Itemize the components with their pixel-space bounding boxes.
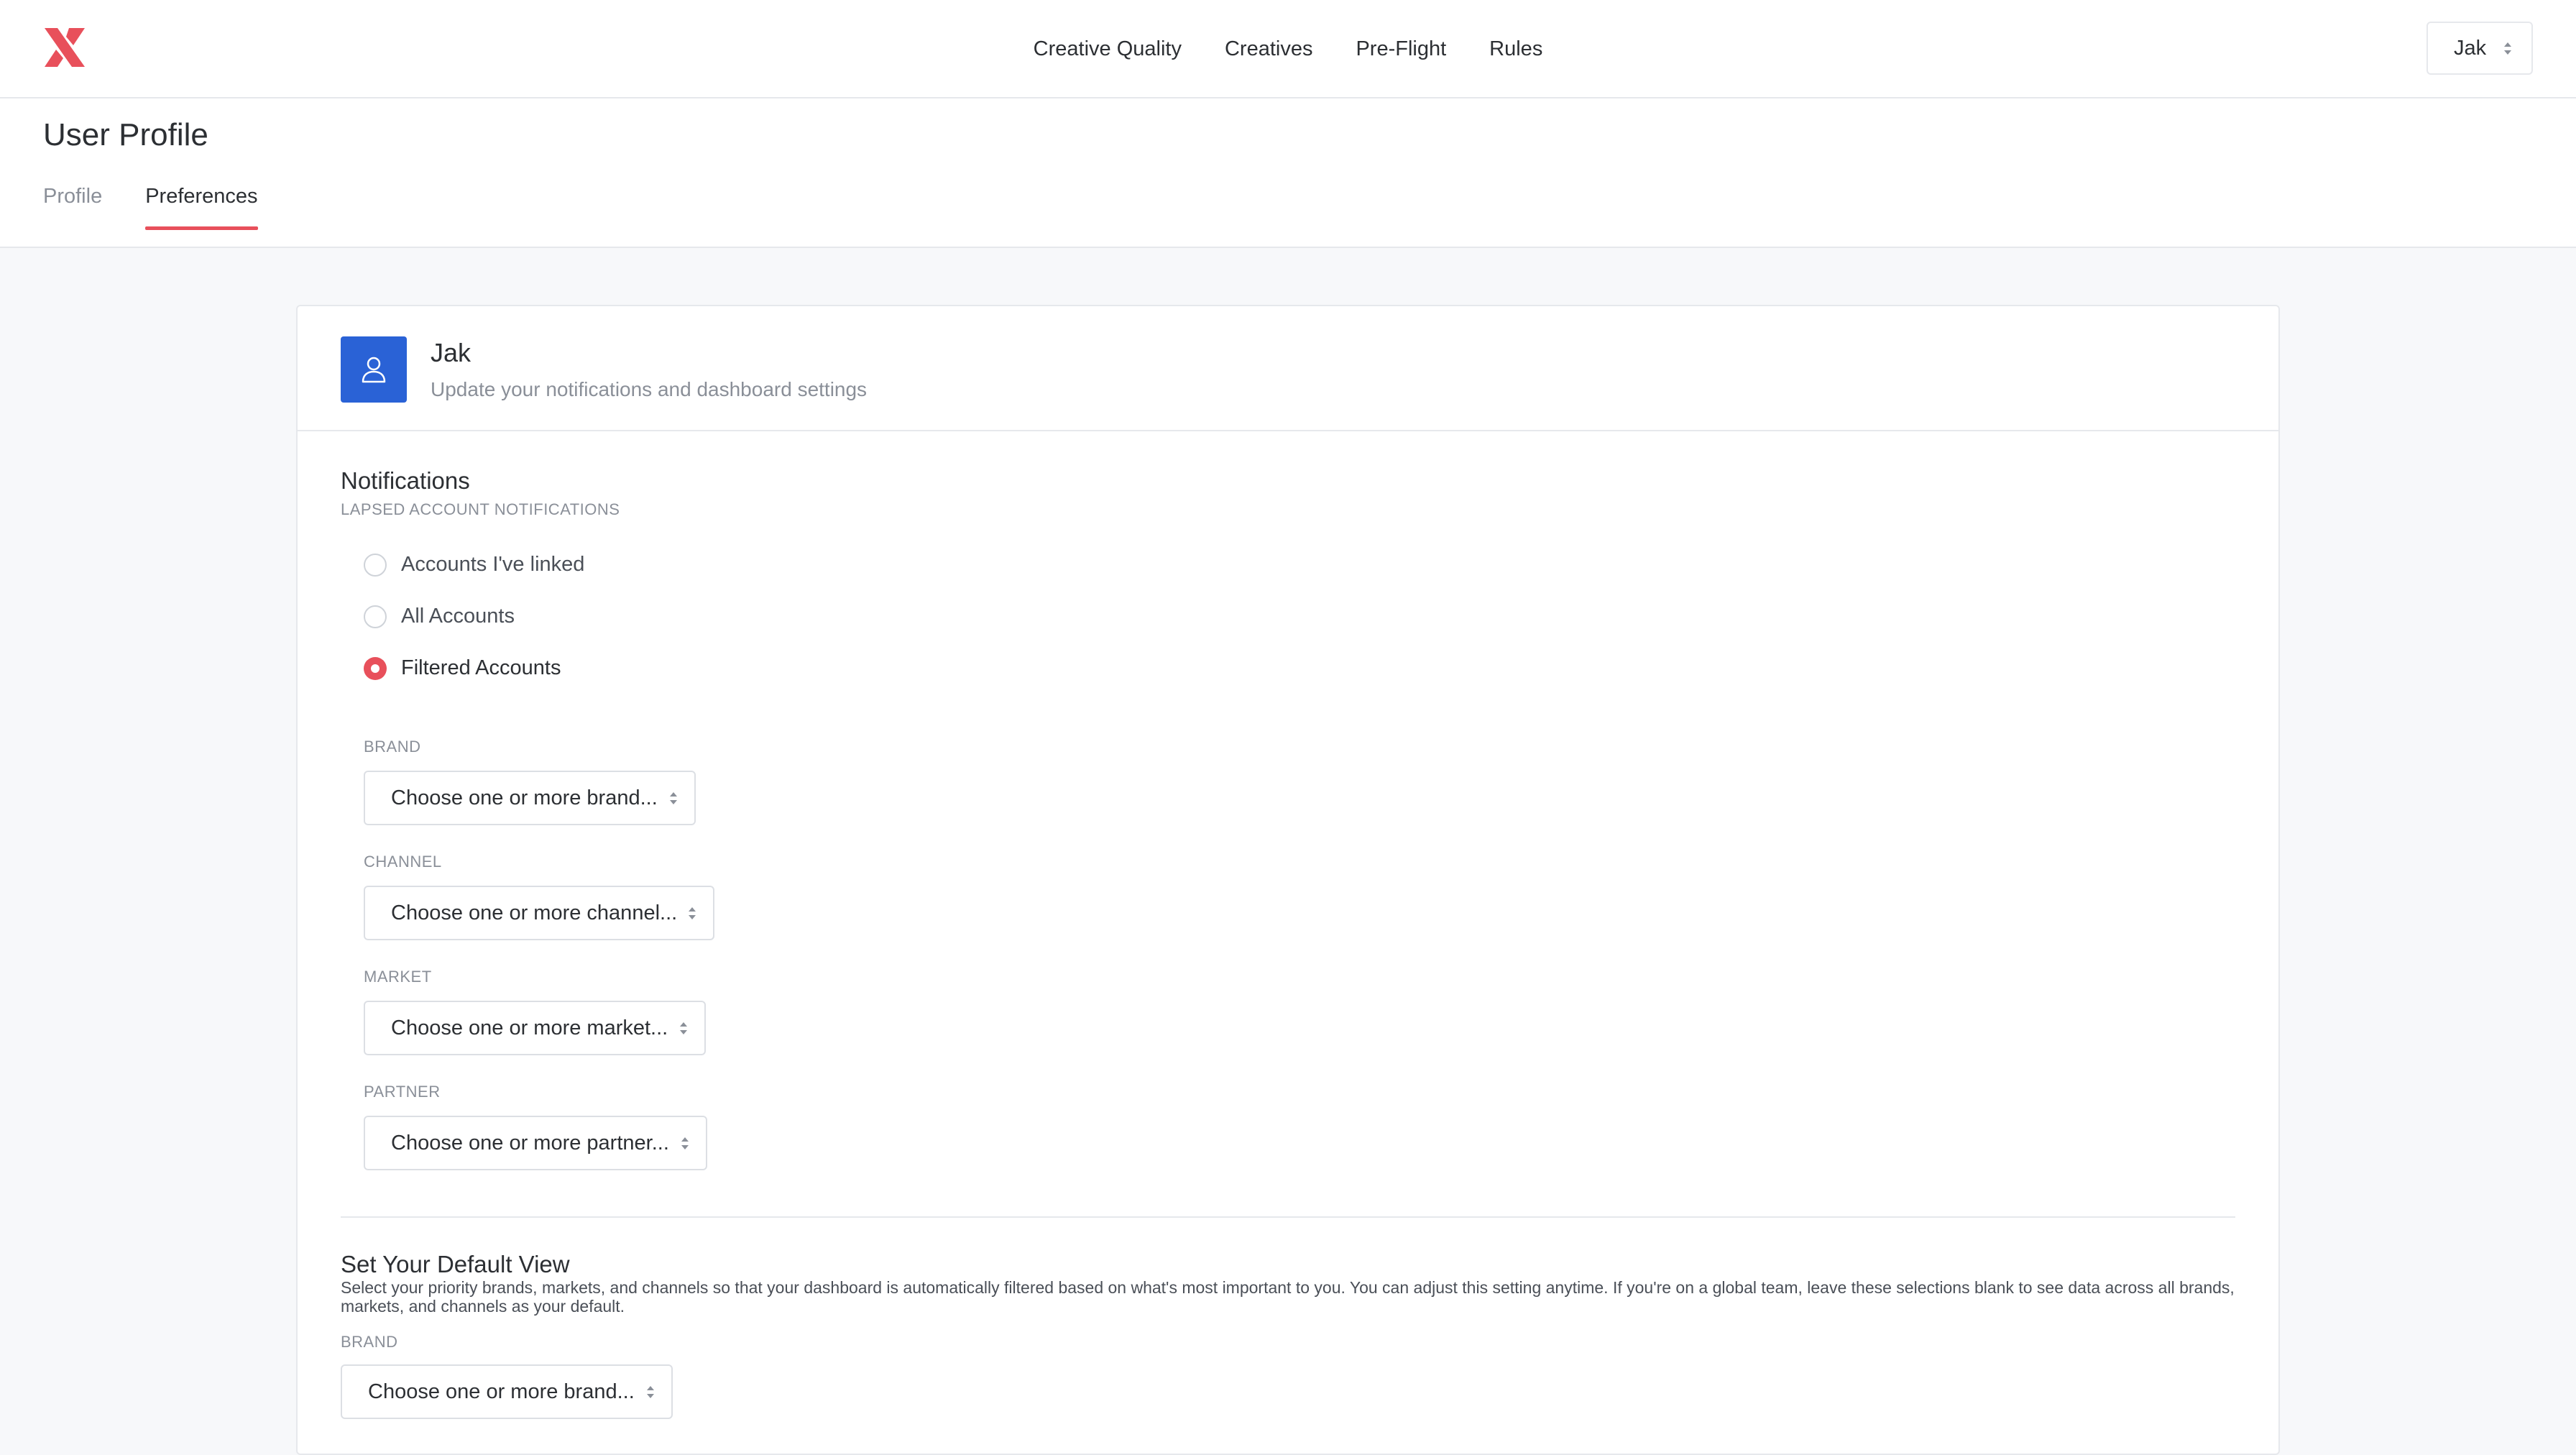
radio-button[interactable] [364, 553, 387, 577]
chevron-updown-icon [681, 1137, 689, 1149]
main-nav: Creative Quality Creatives Pre-Flight Ru… [0, 0, 2576, 98]
chevron-updown-icon [680, 1022, 687, 1034]
card-user-name: Jak [431, 338, 472, 367]
profile-tabs: Profile Preferences [43, 185, 258, 230]
user-icon [362, 357, 386, 383]
tab-profile[interactable]: Profile [43, 185, 102, 227]
page-title: User Profile [43, 117, 208, 152]
partner-filter-select[interactable]: Choose one or more partner... [364, 1116, 707, 1170]
card-subtitle: Update your notifications and dashboard … [431, 378, 868, 400]
nav-creatives[interactable]: Creatives [1225, 37, 1313, 61]
brand-filter-label: BRAND [364, 738, 421, 756]
tab-preferences[interactable]: Preferences [145, 185, 258, 230]
partner-filter-label: PARTNER [364, 1083, 441, 1101]
select-placeholder: Choose one or more partner... [391, 1131, 669, 1155]
brand-filter-select[interactable]: Choose one or more brand... [364, 771, 696, 825]
radio-button-checked[interactable] [364, 656, 387, 680]
card-header: Jak Update your notifications and dashbo… [298, 306, 2278, 431]
select-placeholder: Choose one or more brand... [368, 1380, 635, 1403]
user-menu-select[interactable]: Jak [2426, 22, 2533, 75]
radio-button[interactable] [364, 605, 387, 628]
chevron-updown-icon [689, 906, 696, 919]
radio-all-accounts[interactable]: All Accounts [364, 605, 515, 628]
radio-label: All Accounts [401, 605, 515, 628]
market-filter-label: MARKET [364, 968, 432, 986]
default-view-description: Select your priority brands, markets, an… [341, 1278, 2235, 1316]
notifications-title: Notifications [341, 467, 470, 494]
select-placeholder: Choose one or more brand... [391, 786, 658, 809]
default-view-title: Set Your Default View [341, 1251, 570, 1277]
radio-accounts-linked[interactable]: Accounts I've linked [364, 553, 584, 577]
radio-label: Filtered Accounts [401, 656, 561, 679]
page-header: User Profile Profile Preferences [0, 98, 2576, 248]
default-view-brand-select[interactable]: Choose one or more brand... [341, 1364, 673, 1419]
top-navigation-bar: Creative Quality Creatives Pre-Flight Ru… [0, 0, 2576, 98]
nav-rules[interactable]: Rules [1489, 37, 1542, 61]
radio-filtered-accounts[interactable]: Filtered Accounts [364, 656, 561, 680]
section-divider [341, 1216, 2235, 1218]
chevron-updown-icon [2504, 42, 2511, 55]
chevron-updown-icon [647, 1385, 654, 1398]
nav-pre-flight[interactable]: Pre-Flight [1356, 37, 1446, 61]
nav-creative-quality[interactable]: Creative Quality [1034, 37, 1182, 61]
avatar [341, 336, 407, 403]
notifications-subtitle: LAPSED ACCOUNT NOTIFICATIONS [341, 500, 620, 518]
channel-filter-label: CHANNEL [364, 853, 442, 871]
brand-logo-icon[interactable] [43, 27, 86, 70]
preferences-card: Jak Update your notifications and dashbo… [296, 305, 2280, 1455]
user-menu-value: Jak [2454, 36, 2487, 60]
channel-filter-select[interactable]: Choose one or more channel... [364, 886, 714, 940]
radio-label: Accounts I've linked [401, 553, 585, 576]
chevron-updown-icon [670, 791, 677, 804]
select-placeholder: Choose one or more channel... [391, 901, 678, 924]
default-view-brand-label: BRAND [341, 1333, 398, 1351]
select-placeholder: Choose one or more market... [391, 1016, 668, 1039]
market-filter-select[interactable]: Choose one or more market... [364, 1001, 706, 1055]
